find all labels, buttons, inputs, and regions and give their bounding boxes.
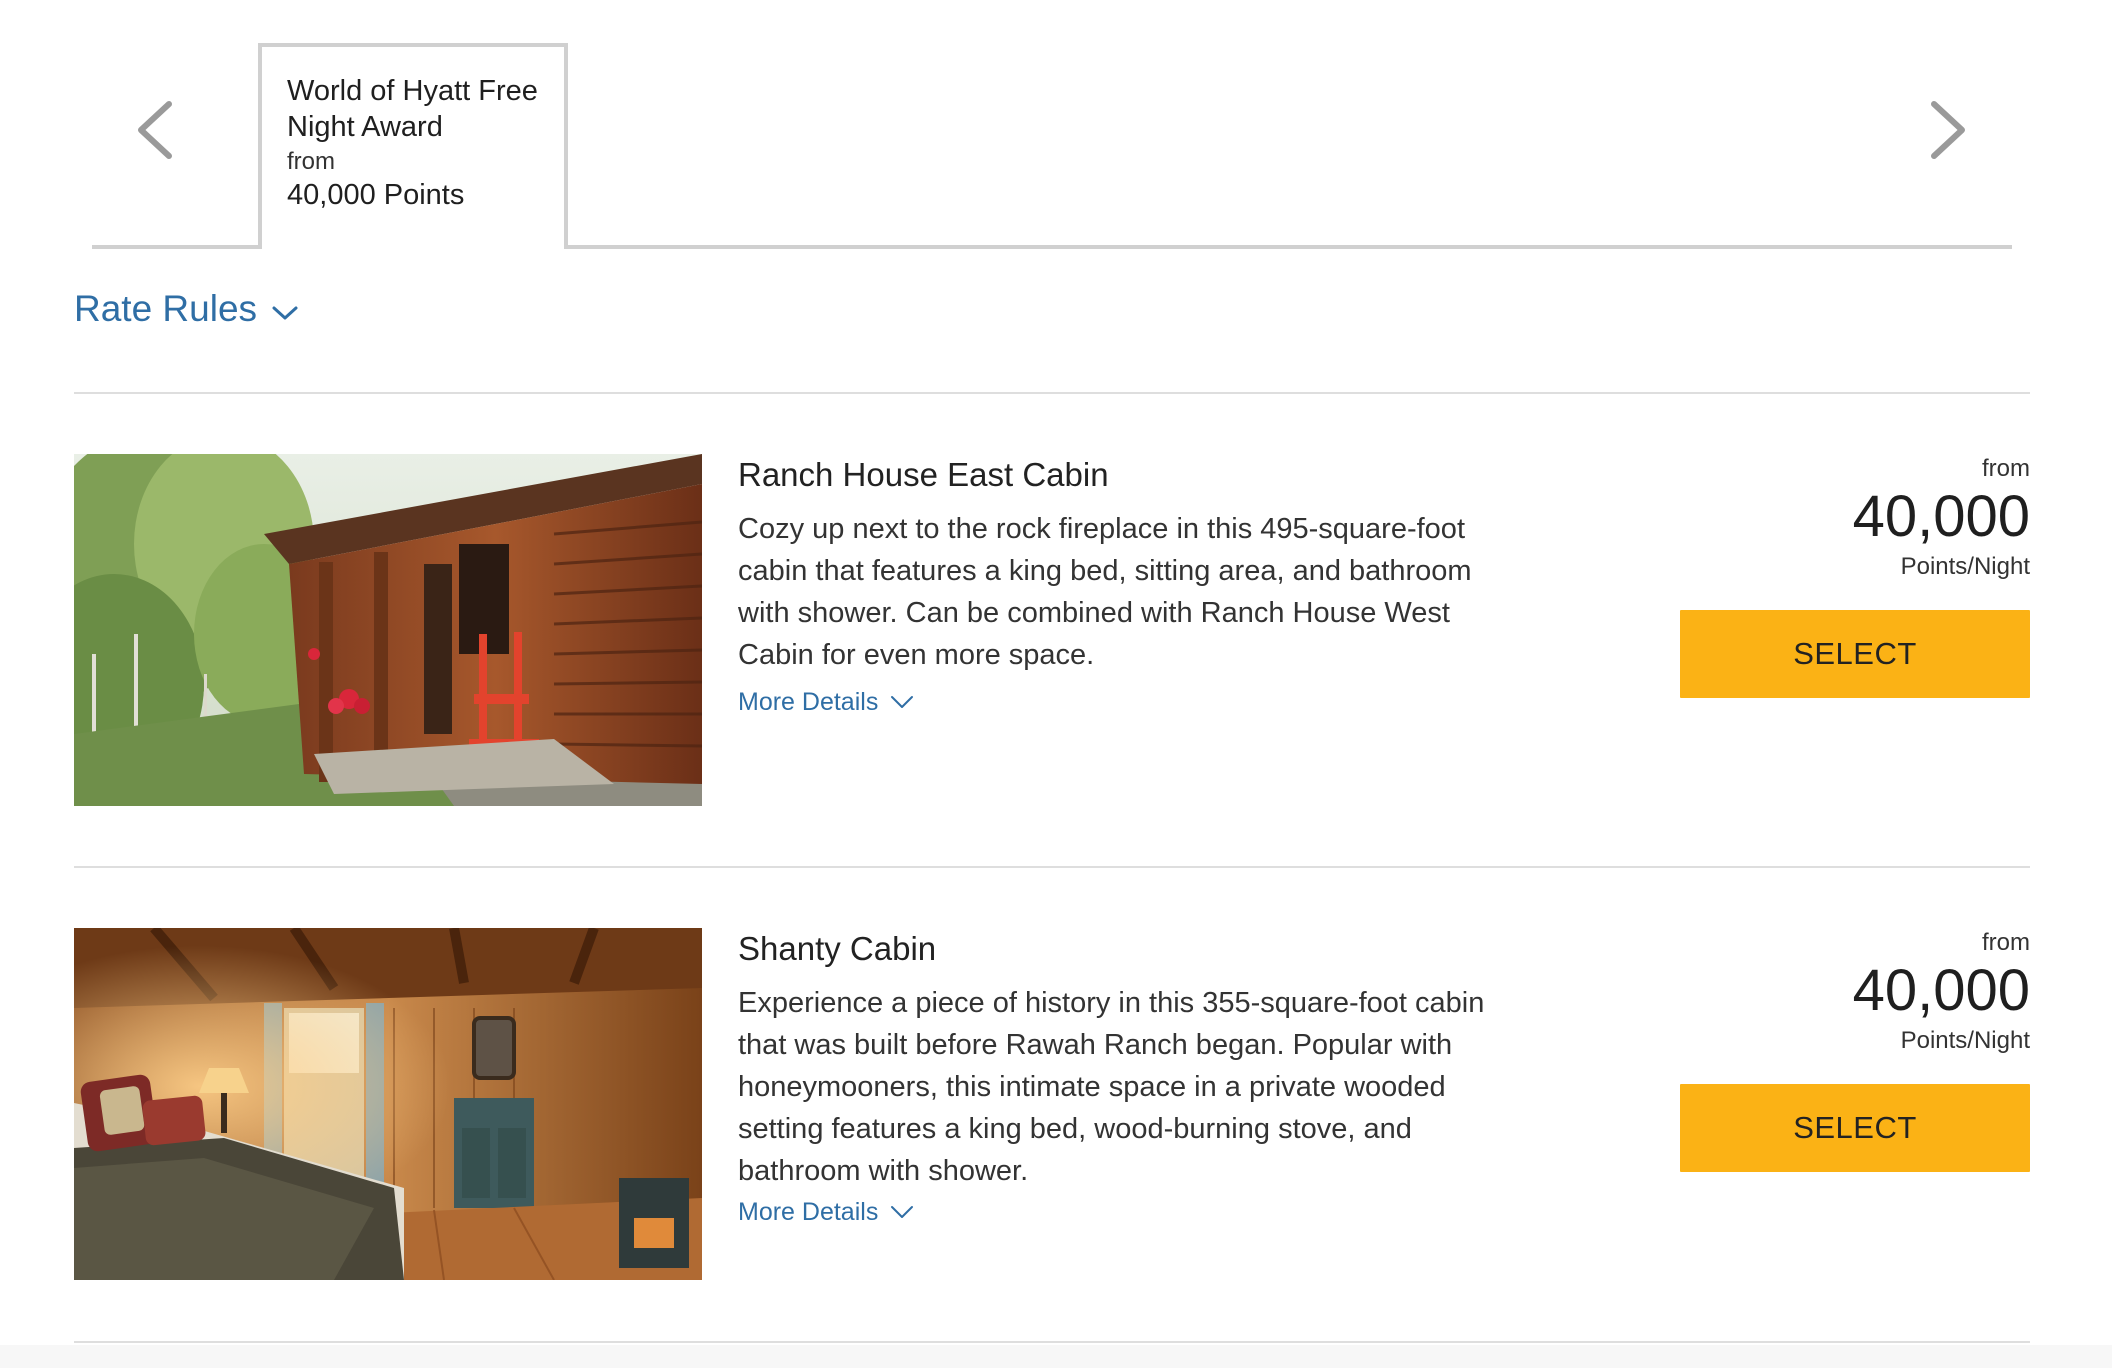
select-button[interactable]: SELECT [1680, 610, 2030, 698]
select-button[interactable]: SELECT [1680, 1084, 2030, 1172]
rate-tab-points: 40,000 Points [287, 179, 465, 211]
price-unit: Points/Night [1900, 553, 2030, 580]
price-amount: 40,000 [1852, 958, 2030, 1023]
room-description: Experience a piece of history in this 35… [738, 987, 1485, 1187]
room-description: Cozy up next to the rock fireplace in th… [738, 513, 1472, 671]
cabin-interior-photo [74, 928, 702, 1280]
price-from-label: from [1982, 455, 2030, 482]
more-details-toggle[interactable]: More Details [738, 1194, 914, 1230]
more-details-toggle[interactable]: More Details [738, 684, 914, 720]
divider [74, 866, 2030, 868]
cabin-exterior-photo [74, 454, 702, 806]
room-photo-shanty-cabin[interactable] [74, 928, 702, 1280]
rate-tab-from-label: from [287, 148, 335, 175]
rate-rules-toggle[interactable]: Rate Rules [74, 286, 299, 332]
room-title: Ranch House East Cabin [738, 456, 1109, 493]
tab-strip-rule-right [565, 245, 2012, 249]
chevron-down-icon [891, 696, 914, 708]
carousel-next-button[interactable] [1918, 90, 1978, 170]
price-box: from 40,000 Points/Night [1680, 928, 2030, 1056]
more-details-label: More Details [738, 687, 879, 716]
rate-tab-title: World of Hyatt Free Night Award [287, 75, 538, 143]
divider [74, 1341, 2030, 1343]
price-amount: 40,000 [1852, 484, 2030, 549]
carousel-prev-button[interactable] [125, 90, 185, 170]
chevron-down-icon [891, 1206, 914, 1218]
tab-strip-rule-left [92, 245, 260, 249]
chevron-left-icon [138, 101, 172, 159]
page-bottom-shade [0, 1345, 2112, 1368]
more-details-label: More Details [738, 1197, 879, 1226]
price-unit: Points/Night [1900, 1027, 2030, 1054]
chevron-down-icon [272, 306, 298, 320]
price-from-label: from [1982, 929, 2030, 956]
rate-rules-label: Rate Rules [74, 288, 258, 329]
room-title: Shanty Cabin [738, 930, 937, 967]
rate-tab-free-night-award[interactable]: World of Hyatt Free Night Award from 40,… [258, 43, 568, 249]
price-box: from 40,000 Points/Night [1680, 454, 2030, 582]
divider [74, 392, 2030, 394]
room-photo-ranch-house-east-cabin[interactable] [74, 454, 702, 806]
chevron-right-icon [1931, 101, 1965, 159]
